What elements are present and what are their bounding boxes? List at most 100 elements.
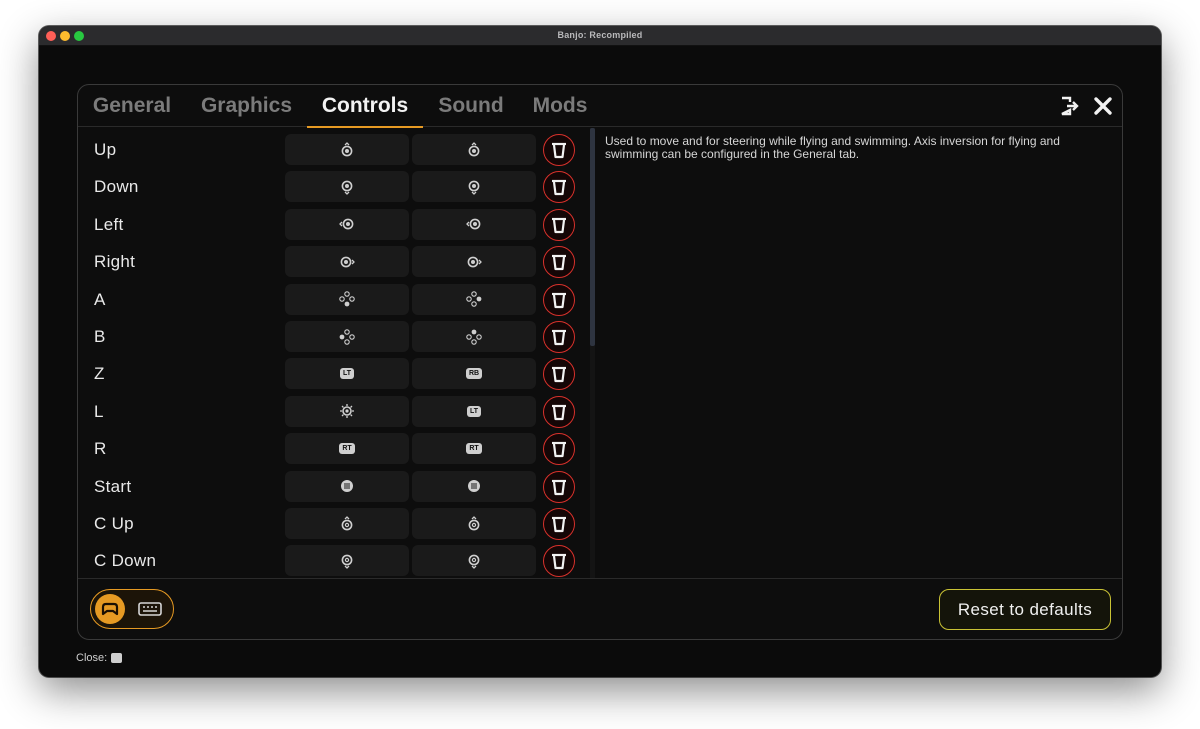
right-stick-up-icon xyxy=(339,515,355,532)
left-stick-up-icon xyxy=(466,141,482,158)
binding-secondary-button[interactable]: RB xyxy=(412,358,536,390)
binding-list: Up Down Left Right A B Z LT RB L LT R RT RT Start C Up C… xyxy=(78,128,588,578)
left-stick-down-icon xyxy=(466,179,482,195)
binding-label: Right xyxy=(94,252,136,272)
title-bar: Banjo: Recompiled xyxy=(39,26,1161,46)
binding-row: Left xyxy=(78,207,588,243)
keyboard-mode-button[interactable] xyxy=(137,599,163,619)
binding-primary-button[interactable] xyxy=(285,470,409,502)
trash-icon xyxy=(551,141,567,159)
binding-row: A xyxy=(78,282,588,318)
delete-binding-button[interactable] xyxy=(543,283,575,316)
RT-icon: RT xyxy=(339,443,355,455)
binding-row: Z LT RB xyxy=(78,356,588,392)
trash-icon xyxy=(551,440,567,458)
binding-primary-button[interactable] xyxy=(285,545,409,577)
delete-binding-button[interactable] xyxy=(543,433,575,466)
binding-primary-button[interactable]: RT xyxy=(285,433,409,465)
delete-binding-button[interactable] xyxy=(543,134,575,166)
scrollbar-thumb[interactable] xyxy=(590,128,595,346)
left-stick-right-icon xyxy=(339,254,355,270)
binding-primary-button[interactable] xyxy=(285,283,409,315)
left-stick-up-icon xyxy=(339,141,355,158)
binding-row: L LT xyxy=(78,394,588,430)
reset-to-defaults-button[interactable]: Reset to defaults xyxy=(939,589,1111,630)
delete-binding-button[interactable] xyxy=(543,246,575,279)
binding-secondary-button[interactable]: RT xyxy=(412,433,536,465)
binding-secondary-button[interactable] xyxy=(412,470,536,502)
RT-icon: RT xyxy=(466,443,482,455)
delete-binding-button[interactable] xyxy=(543,508,575,540)
trash-icon xyxy=(551,552,567,570)
escape-key-icon xyxy=(111,653,123,663)
trash-icon xyxy=(551,253,567,271)
binding-label: Start xyxy=(94,476,132,496)
binding-label: A xyxy=(94,289,106,309)
dpad-icon-icon xyxy=(339,403,355,419)
binding-row: C Up xyxy=(78,506,588,542)
controller-mode-button[interactable] xyxy=(95,594,125,624)
trash-icon xyxy=(551,328,567,346)
binding-secondary-button[interactable] xyxy=(412,208,536,240)
delete-binding-button[interactable] xyxy=(543,395,575,428)
close-hint-label: Close: xyxy=(76,652,108,664)
face-button-left-icon xyxy=(339,328,355,345)
delete-binding-button[interactable] xyxy=(543,321,575,353)
tab-sound[interactable]: Sound xyxy=(436,93,506,127)
trash-icon xyxy=(551,178,567,196)
close-icon[interactable] xyxy=(1092,95,1114,117)
binding-secondary-button[interactable] xyxy=(412,508,536,539)
delete-binding-button[interactable] xyxy=(543,358,575,391)
left-stick-left-icon xyxy=(466,216,482,232)
tab-controls[interactable]: Controls xyxy=(307,93,423,128)
left-stick-down-icon xyxy=(339,179,355,195)
binding-primary-button[interactable] xyxy=(285,134,409,165)
binding-label: C Up xyxy=(94,514,134,533)
binding-label: C Down xyxy=(94,551,157,571)
binding-secondary-button[interactable] xyxy=(412,171,536,203)
binding-row: Up xyxy=(78,132,588,168)
scrollbar[interactable] xyxy=(590,128,595,578)
trash-icon xyxy=(551,291,567,309)
delete-binding-button[interactable] xyxy=(543,171,575,204)
binding-secondary-button[interactable] xyxy=(412,283,536,315)
left-stick-right-icon xyxy=(466,254,482,270)
binding-primary-button[interactable] xyxy=(285,321,409,352)
menu-button-icon xyxy=(339,478,355,494)
binding-row: B xyxy=(78,319,588,355)
binding-label: Down xyxy=(94,177,139,197)
binding-primary-button[interactable] xyxy=(285,508,409,539)
binding-primary-button[interactable] xyxy=(285,246,409,278)
tab-graphics[interactable]: Graphics xyxy=(199,93,294,127)
binding-label: B xyxy=(94,327,106,346)
LT-icon: LT xyxy=(339,368,355,380)
delete-binding-button[interactable] xyxy=(543,208,575,241)
trash-icon xyxy=(551,478,567,496)
binding-row: Start xyxy=(78,469,588,505)
delete-binding-button[interactable] xyxy=(543,470,575,503)
binding-secondary-button[interactable]: LT xyxy=(412,395,536,427)
tab-mods[interactable]: Mods xyxy=(530,93,590,127)
binding-primary-button[interactable] xyxy=(285,395,409,427)
binding-secondary-button[interactable] xyxy=(412,545,536,577)
binding-label: Left xyxy=(94,214,124,234)
tab-bar: General Graphics Controls Sound Mods xyxy=(78,85,1122,128)
delete-binding-button[interactable] xyxy=(543,545,575,578)
binding-secondary-button[interactable] xyxy=(412,134,536,165)
input-mode-toggle xyxy=(90,589,174,629)
LT-icon: LT xyxy=(466,405,482,417)
binding-primary-button[interactable] xyxy=(285,171,409,203)
face-button-right-icon xyxy=(466,291,482,307)
trash-icon xyxy=(551,216,567,234)
binding-primary-button[interactable]: LT xyxy=(285,358,409,390)
binding-secondary-button[interactable] xyxy=(412,321,536,352)
config-panel: General Graphics Controls Sound Mods Up D… xyxy=(77,84,1123,640)
exit-icon[interactable] xyxy=(1058,95,1080,117)
binding-primary-button[interactable] xyxy=(285,208,409,240)
RB-icon: RB xyxy=(465,368,483,380)
binding-secondary-button[interactable] xyxy=(412,246,536,278)
tab-general[interactable]: General xyxy=(91,93,173,127)
binding-label: L xyxy=(94,401,104,421)
left-stick-left-icon xyxy=(339,216,355,232)
binding-row: C Down xyxy=(78,543,588,578)
